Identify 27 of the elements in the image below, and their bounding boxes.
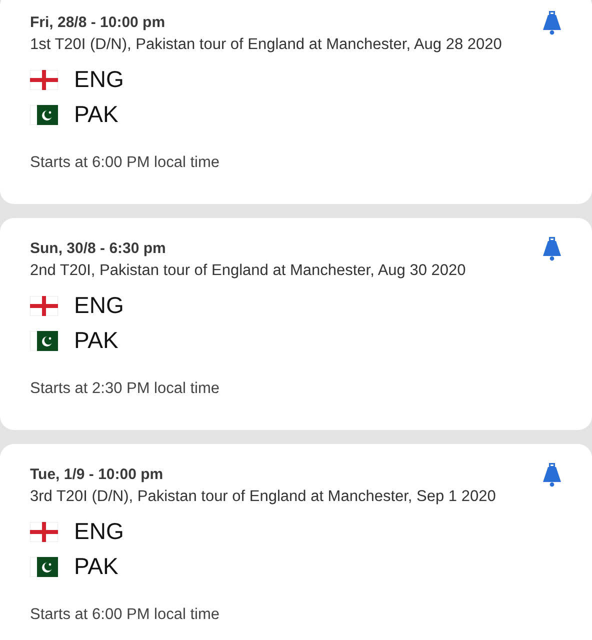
local-start-time: Starts at 2:30 PM local time	[30, 380, 221, 398]
team-name: ENG	[74, 292, 124, 319]
match-datetime: Sun, 30/8 - 6:30 pm	[30, 240, 166, 257]
match-title: 2nd T20I, Pakistan tour of England at Manchester, Aug 30 2020	[30, 262, 467, 280]
local-start-time: Starts at 6:00 PM local time	[30, 154, 221, 172]
bell-icon[interactable]	[542, 462, 562, 488]
match-card[interactable]: Sun, 30/8 - 6:30 pm 2nd T20I, Pakistan tour of England at Manchester, Aug 30 2020 ENG PAK Starts at 2:30 PM local time	[0, 218, 592, 430]
team-name: PAK	[74, 327, 118, 354]
england-flag-icon	[30, 296, 58, 316]
match-title: 1st T20I (D/N), Pakistan tour of England at Manchester, Aug 28 2020	[30, 36, 503, 54]
match-datetime: Tue, 1/9 - 10:00 pm	[30, 466, 164, 483]
england-flag-icon	[30, 70, 58, 90]
team-name: PAK	[74, 553, 118, 580]
team-name: ENG	[74, 66, 124, 93]
match-datetime: Fri, 28/8 - 10:00 pm	[30, 14, 166, 31]
match-title: 3rd T20I (D/N), Pakistan tour of England at Manchester, Sep 1 2020	[30, 488, 497, 506]
match-card[interactable]: Tue, 1/9 - 10:00 pm 3rd T20I (D/N), Pakistan tour of England at Manchester, Sep 1 2020 ENG PAK Starts at 6:00 PM local time	[0, 444, 592, 640]
local-start-time: Starts at 6:00 PM local time	[30, 606, 221, 624]
team-name: PAK	[74, 101, 118, 128]
bell-icon[interactable]	[542, 10, 562, 36]
pakistan-flag-icon	[30, 104, 58, 124]
pakistan-flag-icon	[30, 556, 58, 576]
team-name: ENG	[74, 518, 124, 545]
bell-icon[interactable]	[542, 236, 562, 262]
pakistan-flag-icon	[30, 330, 58, 350]
match-card[interactable]: Fri, 28/8 - 10:00 pm 1st T20I (D/N), Pakistan tour of England at Manchester, Aug 28 2020 ENG PAK Starts at 6:00 PM local time	[0, 0, 592, 204]
england-flag-icon	[30, 522, 58, 542]
